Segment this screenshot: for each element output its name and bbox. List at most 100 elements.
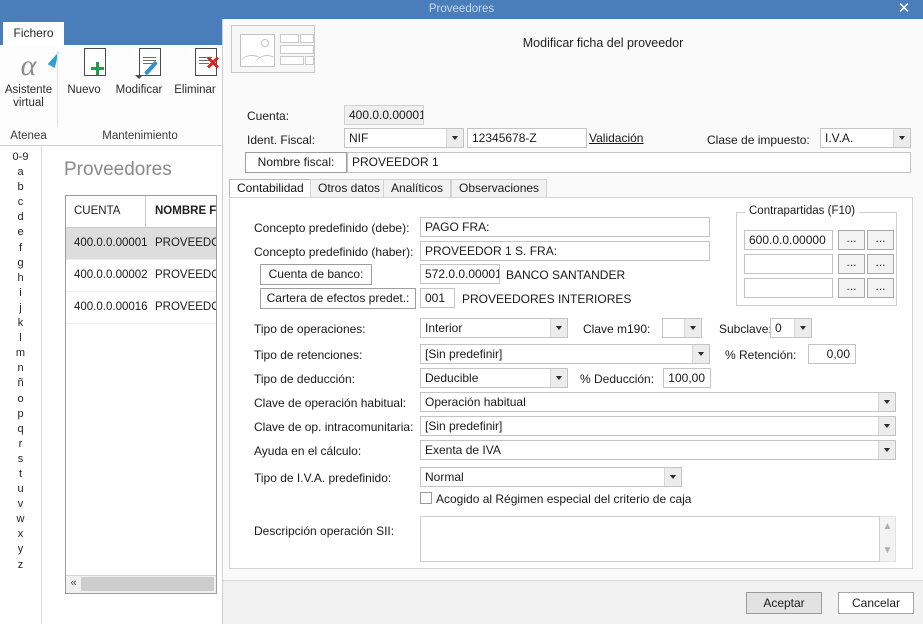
alpha-item[interactable]: j <box>0 301 41 316</box>
chevron-down-icon[interactable] <box>878 393 895 411</box>
clave-m190-select[interactable] <box>662 318 702 338</box>
tab-observaciones[interactable]: Observaciones <box>451 179 547 197</box>
alpha-item[interactable]: c <box>0 195 41 210</box>
alpha-item[interactable]: i <box>0 286 41 301</box>
modificar-button[interactable]: Modificar <box>108 48 170 97</box>
eliminar-button[interactable]: Eliminar <box>170 48 220 97</box>
chevron-down-icon[interactable] <box>878 441 895 459</box>
alpha-item[interactable]: r <box>0 437 41 452</box>
alpha-item[interactable]: x <box>0 527 41 542</box>
scroll-down-icon[interactable]: ▼ <box>880 545 895 557</box>
chevron-down-icon[interactable] <box>135 75 143 79</box>
chevron-down-icon[interactable] <box>550 319 567 337</box>
cuenta-banco-field[interactable]: 572.0.0.00001 <box>420 264 500 284</box>
chevron-down-icon[interactable] <box>684 319 701 337</box>
pct-retencion-field[interactable]: 0,00 <box>808 344 856 364</box>
alpha-item[interactable]: l <box>0 331 41 346</box>
alpha-item[interactable]: m <box>0 346 41 361</box>
tab-otros-datos[interactable]: Otros datos <box>310 179 388 197</box>
table-row[interactable]: 400.0.0.00016 PROVEEDOR <box>66 292 216 324</box>
cuenta-field[interactable]: 400.0.0.00001 <box>344 105 424 125</box>
tab-analiticos[interactable]: Analíticos <box>383 179 451 197</box>
alpha-item[interactable]: v <box>0 497 41 512</box>
contrapartida-browse-2a[interactable]: ... <box>838 254 865 274</box>
cuenta-banco-button[interactable]: Cuenta de banco: <box>260 264 372 285</box>
chevron-down-icon[interactable] <box>550 369 567 387</box>
ribbon-tab-fichero[interactable]: Fichero <box>3 22 64 45</box>
tab-contabilidad[interactable]: Contabilidad <box>229 179 312 197</box>
ident-fiscal-type-select[interactable]: NIF <box>344 128 464 148</box>
scroll-up-icon[interactable]: ▲ <box>880 521 895 533</box>
contrapartida-field-3[interactable] <box>744 278 833 298</box>
alpha-item[interactable]: s <box>0 452 41 467</box>
alpha-item[interactable]: n <box>0 361 41 376</box>
alpha-item[interactable]: h <box>0 271 41 286</box>
table-row[interactable]: 400.0.0.00002 PROVEEDOR <box>66 260 216 292</box>
alpha-item[interactable]: q <box>0 422 41 437</box>
table-row[interactable]: 400.0.0.00001 PROVEEDOR <box>66 228 216 260</box>
alpha-item[interactable]: w <box>0 512 41 527</box>
clave-intracomunitaria-select[interactable]: [Sin predefinir] <box>420 416 896 436</box>
alpha-item[interactable]: f <box>0 241 41 256</box>
alpha-item[interactable]: k <box>0 316 41 331</box>
contrapartida-field-2[interactable] <box>744 254 833 274</box>
cartera-efectos-button[interactable]: Cartera de efectos predet.: <box>260 288 416 309</box>
column-header-nombre-fiscal[interactable]: NOMBRE FI <box>147 196 217 227</box>
concepto-debe-field[interactable]: PAGO FRA: <box>420 217 710 237</box>
contrapartida-browse-3a[interactable]: ... <box>838 278 865 298</box>
tipo-deduccion-select[interactable]: Deducible <box>420 368 568 388</box>
close-icon[interactable]: ✕ <box>891 0 917 19</box>
alpha-item[interactable]: u <box>0 482 41 497</box>
criterio-caja-checkbox[interactable] <box>420 492 432 504</box>
contrapartida-browse-2b[interactable]: ... <box>867 254 894 274</box>
contrapartida-field-1[interactable]: 600.0.0.00000 <box>744 230 833 250</box>
pct-deduccion-field[interactable]: 100,00 <box>663 368 711 388</box>
column-header-cuenta[interactable]: CUENTA <box>66 196 146 227</box>
chevron-down-icon[interactable] <box>794 319 811 337</box>
chevron-down-icon[interactable] <box>692 345 709 363</box>
cancelar-button[interactable]: Cancelar <box>838 592 914 614</box>
chevron-down-icon[interactable] <box>893 129 910 147</box>
chevron-down-icon[interactable] <box>878 417 895 435</box>
alpha-item[interactable]: ñ <box>0 376 41 391</box>
alpha-item[interactable]: 0-9 <box>0 150 41 165</box>
contrapartida-browse-3b[interactable]: ... <box>867 278 894 298</box>
validacion-link[interactable]: Validación <box>589 131 643 145</box>
scroll-left-icon[interactable]: « <box>66 576 81 592</box>
contrapartida-browse-1b[interactable]: ... <box>867 230 894 250</box>
subclave-select[interactable]: 0 <box>770 318 812 338</box>
tipo-operaciones-select[interactable]: Interior <box>420 318 568 338</box>
scrollbar-thumb[interactable] <box>81 577 214 591</box>
chevron-down-icon[interactable] <box>446 129 463 147</box>
clave-op-habitual-select[interactable]: Operación habitual <box>420 392 896 412</box>
clase-impuesto-select[interactable]: I.V.A. <box>820 128 911 148</box>
descripcion-sii-textarea[interactable] <box>420 516 880 562</box>
grid-horizontal-scrollbar[interactable]: « <box>66 575 216 593</box>
alpha-item[interactable]: b <box>0 180 41 195</box>
alpha-item[interactable]: d <box>0 210 41 225</box>
nombre-fiscal-field[interactable]: PROVEEDOR 1 <box>347 152 911 173</box>
ident-fiscal-field[interactable]: 12345678-Z <box>467 128 587 148</box>
alpha-item[interactable]: p <box>0 407 41 422</box>
image-placeholder-icon[interactable] <box>231 25 315 73</box>
clave-intracomunitaria-value: [Sin predefinir] <box>425 419 502 433</box>
nuevo-button[interactable]: Nuevo <box>60 48 108 97</box>
descripcion-sii-scrollbar[interactable]: ▲ ▼ <box>880 516 896 562</box>
ayuda-calculo-select[interactable]: Exenta de IVA <box>420 440 896 460</box>
alpha-item[interactable]: g <box>0 256 41 271</box>
alpha-item[interactable]: a <box>0 165 41 180</box>
cartera-efectos-field[interactable]: 001 <box>420 288 455 308</box>
alpha-item[interactable]: t <box>0 467 41 482</box>
concepto-haber-field[interactable]: PROVEEDOR 1 S. FRA: <box>420 241 710 261</box>
alpha-item[interactable]: o <box>0 392 41 407</box>
alpha-item[interactable]: e <box>0 225 41 240</box>
tipo-iva-select[interactable]: Normal <box>420 467 682 487</box>
aceptar-button[interactable]: Aceptar <box>746 592 822 614</box>
nombre-fiscal-button[interactable]: Nombre fiscal: <box>245 152 347 173</box>
alpha-item[interactable]: z <box>0 558 41 573</box>
contrapartida-browse-1a[interactable]: ... <box>838 230 865 250</box>
asistente-virtual-button[interactable]: α Asistente virtual <box>3 48 54 110</box>
tipo-retenciones-select[interactable]: [Sin predefinir] <box>420 344 710 364</box>
alpha-item[interactable]: y <box>0 542 41 557</box>
chevron-down-icon[interactable] <box>664 468 681 486</box>
